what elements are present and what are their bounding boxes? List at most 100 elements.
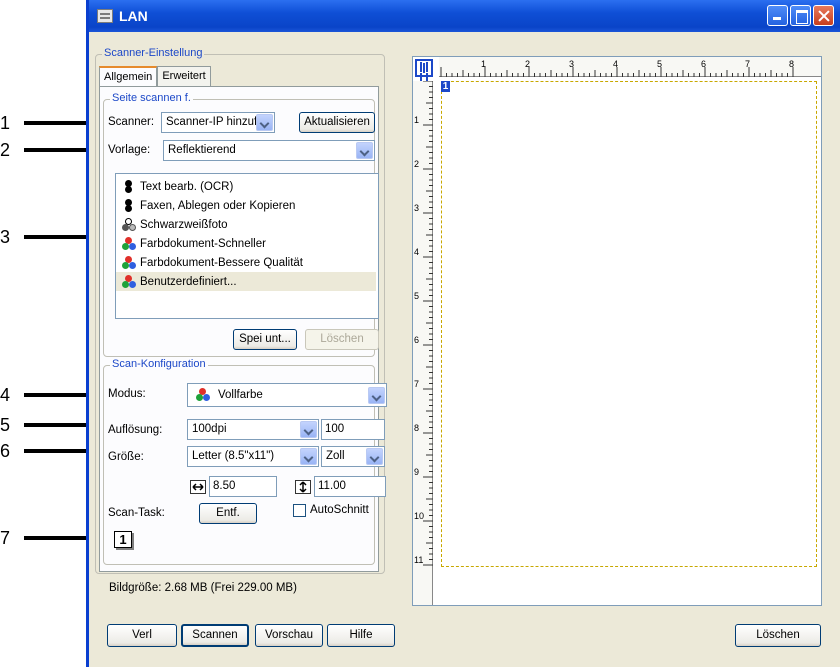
page-marker: 1 [441, 81, 450, 92]
list-item-selected[interactable]: Benutzerdefiniert... [116, 272, 376, 291]
minimize-button[interactable] [767, 5, 788, 26]
ruler-label: 6 [701, 59, 706, 69]
image-size-text: Bildgröße: 2.68 MB (Frei 229.00 MB) [109, 582, 297, 594]
autocrop-label: AutoSchnitt [310, 504, 369, 516]
color-document-icon [122, 236, 136, 251]
height-icon [295, 480, 311, 494]
resolution-label: Auflösung: [108, 424, 163, 436]
scanner-window: LAN Scanner-Einstellung Allgemein Erweit… [86, 0, 840, 667]
ruler-label: 10 [414, 511, 424, 521]
ruler-label: 11 [414, 555, 423, 565]
scan-button[interactable]: Scannen [181, 624, 249, 647]
scanner-settings-legend: Scanner-Einstellung [102, 47, 205, 59]
refresh-button[interactable]: Aktualisieren [299, 112, 375, 133]
resolution-select-value: 100dpi [192, 423, 227, 435]
preview-pane[interactable]: 1 2 3 4 5 6 7 8 1 2 3 4 5 6 7 8 9 10 11 1 [412, 56, 822, 606]
callout-1: 1 [0, 113, 96, 133]
mode-select[interactable]: Vollfarbe [187, 383, 387, 407]
size-select-value: Letter (8.5"x11") [192, 450, 275, 462]
unit-select-value: Zoll [326, 450, 345, 462]
title-bar[interactable]: LAN [89, 0, 840, 32]
list-item[interactable]: Farbdokument-Schneller [116, 234, 378, 253]
callout-6: 6 [0, 441, 96, 461]
mode-select-value: Vollfarbe [218, 389, 263, 401]
callout-7: 7 [0, 528, 96, 548]
chevron-down-icon [300, 448, 317, 465]
delete-profile-button[interactable]: Löschen [305, 329, 379, 350]
ruler-label: 5 [414, 291, 419, 301]
resolution-select[interactable]: 100dpi [187, 419, 319, 440]
scan-area-selection[interactable] [441, 81, 817, 567]
template-label: Vorlage: [108, 144, 151, 156]
ruler-label: 4 [613, 59, 618, 69]
callout-5: 5 [0, 415, 96, 435]
close-window-button[interactable] [813, 5, 834, 26]
list-item[interactable]: Faxen, Ablegen oder Kopieren [116, 196, 378, 215]
clear-button[interactable]: Löschen [735, 624, 821, 647]
scan-config-legend: Scan-Konfiguration [110, 358, 208, 370]
chevron-down-icon [356, 142, 373, 159]
horizontal-ruler: 1 2 3 4 5 6 7 8 [439, 57, 821, 77]
scanner-label: Scanner: [108, 116, 155, 128]
scan-source-legend: Seite scannen f. [110, 92, 193, 104]
ruler-label: 8 [789, 59, 794, 69]
unit-select[interactable]: Zoll [321, 446, 385, 467]
ruler-label: 6 [414, 335, 419, 345]
template-select[interactable]: Reflektierend [163, 140, 375, 161]
horizontal-ruler-ticks: 1 2 3 4 5 6 7 8 [440, 59, 794, 77]
color-document-icon [122, 255, 136, 270]
chevron-down-icon [366, 448, 383, 465]
help-button[interactable]: Hilfe [327, 624, 395, 647]
autocrop-checkbox[interactable] [293, 504, 306, 517]
save-as-button[interactable]: Spei unt... [233, 329, 297, 350]
size-select[interactable]: Letter (8.5"x11") [187, 446, 319, 467]
ruler-label: 5 [657, 59, 662, 69]
chevron-down-icon [368, 387, 385, 404]
tab-allgemein[interactable]: Allgemein [99, 66, 158, 87]
remove-task-button[interactable]: Entf. [199, 503, 257, 524]
bw-document-icon [122, 179, 136, 194]
height-input[interactable]: 11.00 [314, 476, 386, 497]
template-select-value: Reflektierend [168, 144, 236, 156]
list-item[interactable]: Farbdokument-Bessere Qualität [116, 253, 378, 272]
ruler-label: 7 [414, 379, 419, 389]
vertical-ruler-ticks: 1 2 3 4 5 6 7 8 9 10 11 [414, 80, 433, 566]
scan-task-1[interactable]: 1 [114, 531, 132, 548]
maximize-button[interactable] [790, 5, 811, 26]
ruler-label: 1 [414, 115, 419, 125]
size-label: Größe: [108, 451, 144, 463]
grayscale-photo-icon [122, 217, 136, 232]
window-title: LAN [119, 8, 148, 24]
chevron-down-icon [300, 421, 317, 438]
ruler-label: 8 [414, 423, 419, 433]
callout-4: 4 [0, 385, 96, 405]
color-document-icon [122, 274, 136, 289]
tab-erweitert[interactable]: Erweitert [157, 66, 211, 86]
list-item[interactable]: Text bearb. (OCR) [116, 177, 378, 196]
resolution-input[interactable]: 100 [321, 419, 385, 440]
ruler-label: 3 [569, 59, 574, 69]
scan-profile-list[interactable]: Text bearb. (OCR) Faxen, Ablegen oder Ko… [115, 173, 379, 319]
close-button[interactable]: Verl [107, 624, 177, 647]
scanner-select[interactable]: Scanner-IP hinzufüg [161, 112, 275, 133]
ruler-label: 4 [414, 247, 419, 257]
preview-button[interactable]: Vorschau [255, 624, 323, 647]
chevron-down-icon [256, 114, 273, 131]
scanner-app-icon [97, 9, 113, 23]
ruler-label: 2 [414, 159, 419, 169]
vertical-ruler: 1 2 3 4 5 6 7 8 9 10 11 [413, 80, 433, 605]
callout-3: 3 [0, 227, 96, 247]
ruler-label: 1 [481, 59, 486, 69]
bw-document-icon [122, 198, 136, 213]
width-icon [190, 480, 206, 494]
ruler-label: 2 [525, 59, 530, 69]
ruler-label: 9 [414, 467, 419, 477]
scan-task-label: Scan-Task: [108, 507, 165, 519]
ruler-origin-icon[interactable] [415, 59, 433, 77]
mode-label: Modus: [108, 388, 146, 400]
width-input[interactable]: 8.50 [209, 476, 277, 497]
list-item[interactable]: Schwarzweißfoto [116, 215, 378, 234]
callout-2: 2 [0, 140, 96, 160]
ruler-label: 3 [414, 203, 419, 213]
scanner-select-value: Scanner-IP hinzufüg [166, 116, 270, 128]
